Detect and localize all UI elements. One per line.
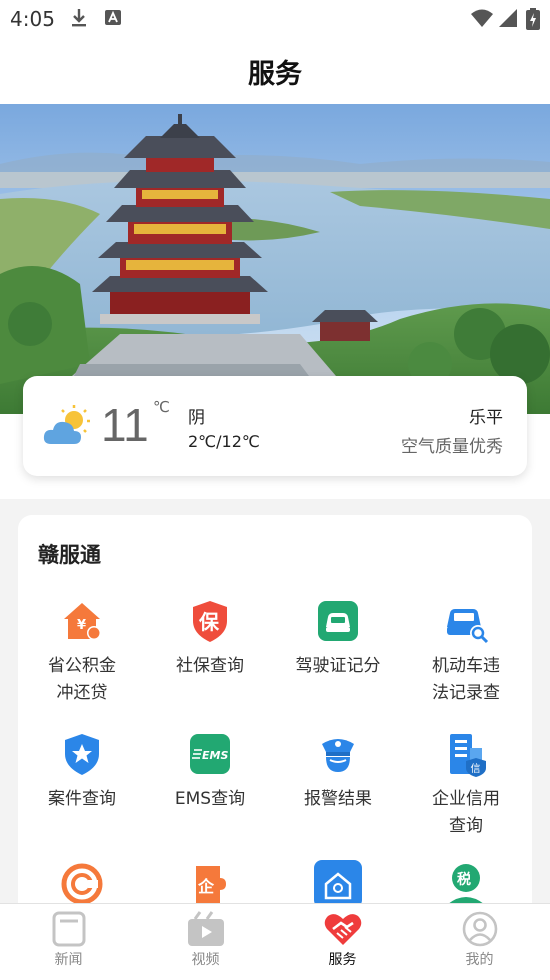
car-search-icon [447,609,489,644]
enterprise-credit-icon: 信 [450,734,486,777]
service-label: 报警结果 [304,789,372,809]
profile-icon [462,911,497,947]
service-vehicle-violation[interactable]: 机动车违 法记录查 [402,597,530,707]
page-title: 服务 [248,59,302,90]
service-enterprise-credit[interactable]: 信 企业信用 查询 [402,730,530,840]
service-label: 案件查询 [48,789,116,809]
weather-unit: ℃ [153,398,170,416]
hero-banner-image [0,104,550,414]
weather-air-quality: 空气质量优秀 [401,437,503,457]
tab-label: 服务 [328,952,357,968]
service-tax[interactable]: 税 [402,860,530,908]
house-search-icon [314,860,362,908]
service-label: 机动车违 法记录查 [432,656,500,703]
pavilion-landscape-image [0,104,550,414]
service-label: 省公积金 冲还贷 [48,656,116,703]
credit-coin-icon [61,863,103,905]
service-housing-query[interactable] [274,860,402,908]
weather-city: 乐平 [469,408,503,428]
partly-cloudy-icon [43,405,90,444]
weather-temperature: 11 [101,399,149,451]
bottom-tab-bar: 新闻 视频 服务 我的 [0,903,550,980]
weather-card[interactable]: 11 ℃ 阴 2℃/12℃ 乐平 空气质量优秀 [23,376,527,476]
tab-profile[interactable]: 我的 [411,904,548,980]
signal-icon [499,9,517,27]
wifi-icon [471,9,493,27]
svg-text:信: 信 [471,763,481,775]
svg-text:¥: ¥ [77,618,86,633]
service-credit[interactable] [18,860,146,908]
service-label: 驾驶证记分 [295,656,381,676]
service-case-query[interactable]: 案件查询 [18,730,146,813]
service-driver-license[interactable]: 驾驶证记分 [274,597,402,680]
battery-icon [526,8,540,30]
tab-news[interactable]: 新闻 [0,904,137,980]
handshake-heart-icon [324,914,361,945]
svg-text:EMS: EMS [202,749,228,762]
service-label: EMS查询 [174,789,246,809]
insurance-shield-icon: 保 [193,601,227,642]
svg-text:企: 企 [197,877,215,896]
driver-license-icon [318,601,358,641]
tab-label: 我的 [465,952,494,968]
font-a-icon [105,10,121,25]
house-fund-icon: ¥ [64,603,101,640]
tab-services[interactable]: 服务 [274,904,411,980]
service-social-security[interactable]: 保 社保查询 [146,597,274,680]
app-bar: 服务 [0,38,550,104]
service-housing-fund[interactable]: ¥ 省公积金 冲还贷 [18,597,146,707]
service-police-report[interactable]: 报警结果 [274,730,402,813]
service-ems[interactable]: EMS EMS查询 [146,730,274,813]
ems-icon: EMS [190,734,230,774]
tab-video[interactable]: 视频 [137,904,274,980]
enterprise-puzzle-icon: 企 [196,866,226,904]
tab-label: 视频 [191,952,220,968]
service-label: 企业信用 查询 [432,789,500,836]
weather-condition: 阴 [188,408,205,428]
video-icon [187,911,224,946]
police-cap-icon [322,739,354,772]
badge-shield-icon [65,734,99,775]
svg-text:税: 税 [457,871,471,888]
service-enterprise[interactable]: 企 [146,860,274,908]
services-card: 赣服通 ¥ 省公积金 冲还贷 保 社保查询 驾驶证记分 机动车违 法记录查 案件… [18,515,532,935]
status-bar: 4:05 [0,0,550,38]
service-label: 社保查询 [176,656,244,676]
weather-range: 2℃/12℃ [188,432,260,451]
tax-person-icon: 税 [448,864,484,904]
download-icon [72,9,86,27]
services-title: 赣服通 [38,543,101,567]
tab-label: 新闻 [54,952,83,968]
news-icon [52,911,85,947]
status-time: 4:05 [10,7,55,31]
svg-text:保: 保 [198,610,220,634]
